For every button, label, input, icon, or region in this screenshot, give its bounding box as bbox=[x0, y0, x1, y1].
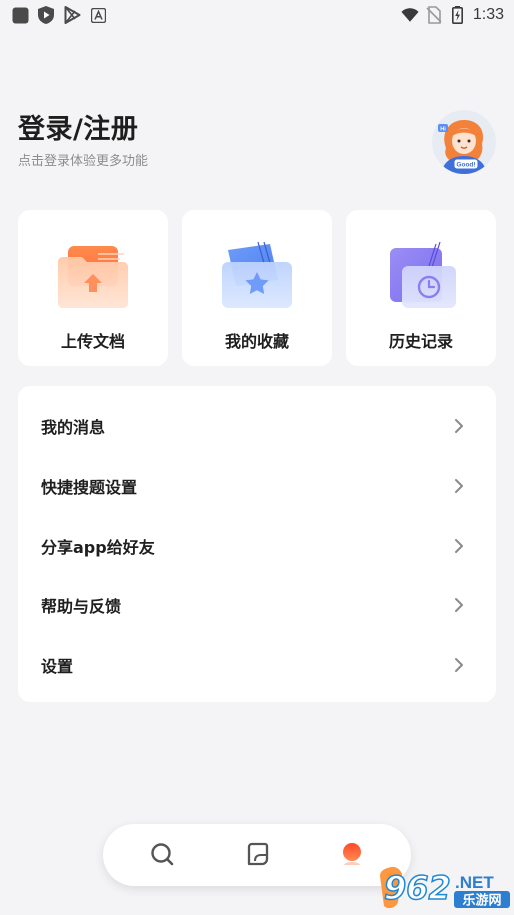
play-store-icon bbox=[63, 6, 81, 24]
chevron-right-icon bbox=[453, 657, 465, 673]
menu-item-settings[interactable]: 设置 bbox=[18, 635, 496, 693]
settings-menu: 我的消息 快捷搜题设置 分享app给好友 帮助与反馈 设置 bbox=[18, 386, 496, 702]
upload-document-card[interactable]: 上传文档 bbox=[18, 210, 168, 366]
status-time: 1:33 bbox=[472, 6, 504, 23]
nav-search-button[interactable] bbox=[149, 841, 175, 867]
site-watermark: 962 .NET 乐游网 bbox=[378, 866, 510, 910]
search-icon bbox=[151, 843, 174, 866]
menu-item-label: 分享app给好友 bbox=[41, 538, 155, 557]
menu-item-help-feedback[interactable]: 帮助与反馈 bbox=[18, 575, 496, 633]
app-square-icon bbox=[11, 6, 29, 24]
menu-item-label: 快捷搜题设置 bbox=[41, 478, 138, 497]
history-clock-icon bbox=[382, 240, 460, 312]
avatar-hi-text: Hi bbox=[440, 127, 446, 133]
chevron-right-icon bbox=[453, 597, 465, 613]
notebook-icon bbox=[247, 842, 269, 866]
menu-item-share-app[interactable]: 分享app给好友 bbox=[18, 516, 496, 574]
status-right-icons: 1:33 bbox=[401, 6, 504, 24]
chevron-right-icon bbox=[453, 478, 465, 494]
translate-a-icon bbox=[89, 6, 107, 24]
star-folder-icon bbox=[218, 240, 296, 312]
history-card[interactable]: 历史记录 bbox=[346, 210, 496, 366]
nav-notebook-button[interactable] bbox=[244, 841, 270, 867]
avatar-good-text: Good! bbox=[456, 162, 475, 169]
bottom-navigation bbox=[103, 824, 411, 886]
menu-item-quick-search-settings[interactable]: 快捷搜题设置 bbox=[18, 456, 496, 514]
play-protect-icon bbox=[37, 6, 55, 24]
menu-item-label: 设置 bbox=[41, 657, 74, 676]
wifi-icon bbox=[401, 6, 419, 24]
menu-item-label: 帮助与反馈 bbox=[41, 597, 122, 616]
battery-charging-icon bbox=[449, 6, 467, 24]
chevron-right-icon bbox=[453, 538, 465, 554]
login-subtitle[interactable]: 点击登录体验更多功能 bbox=[18, 150, 148, 169]
watermark-domain: .NET bbox=[455, 873, 494, 892]
watermark-brand: 962 bbox=[384, 869, 451, 907]
menu-item-my-messages[interactable]: 我的消息 bbox=[18, 396, 496, 454]
upload-folder-icon bbox=[54, 240, 132, 312]
my-favorites-label: 我的收藏 bbox=[224, 332, 289, 351]
nav-profile-button[interactable] bbox=[339, 841, 365, 867]
profile-icon bbox=[343, 843, 361, 865]
watermark-site: 乐游网 bbox=[462, 893, 501, 909]
menu-item-label: 我的消息 bbox=[41, 418, 106, 437]
history-label: 历史记录 bbox=[388, 332, 453, 351]
upload-document-label: 上传文档 bbox=[60, 332, 125, 351]
status-bar: 1:33 bbox=[0, 0, 514, 30]
chevron-right-icon bbox=[453, 418, 465, 434]
no-sim-icon bbox=[425, 6, 443, 24]
login-register-title[interactable]: 登录/注册 bbox=[18, 107, 138, 146]
avatar[interactable]: Good! Hi bbox=[432, 110, 496, 174]
avatar-illustration: Good! Hi bbox=[432, 110, 496, 174]
my-favorites-card[interactable]: 我的收藏 bbox=[182, 210, 332, 366]
status-left-icons bbox=[11, 6, 107, 24]
